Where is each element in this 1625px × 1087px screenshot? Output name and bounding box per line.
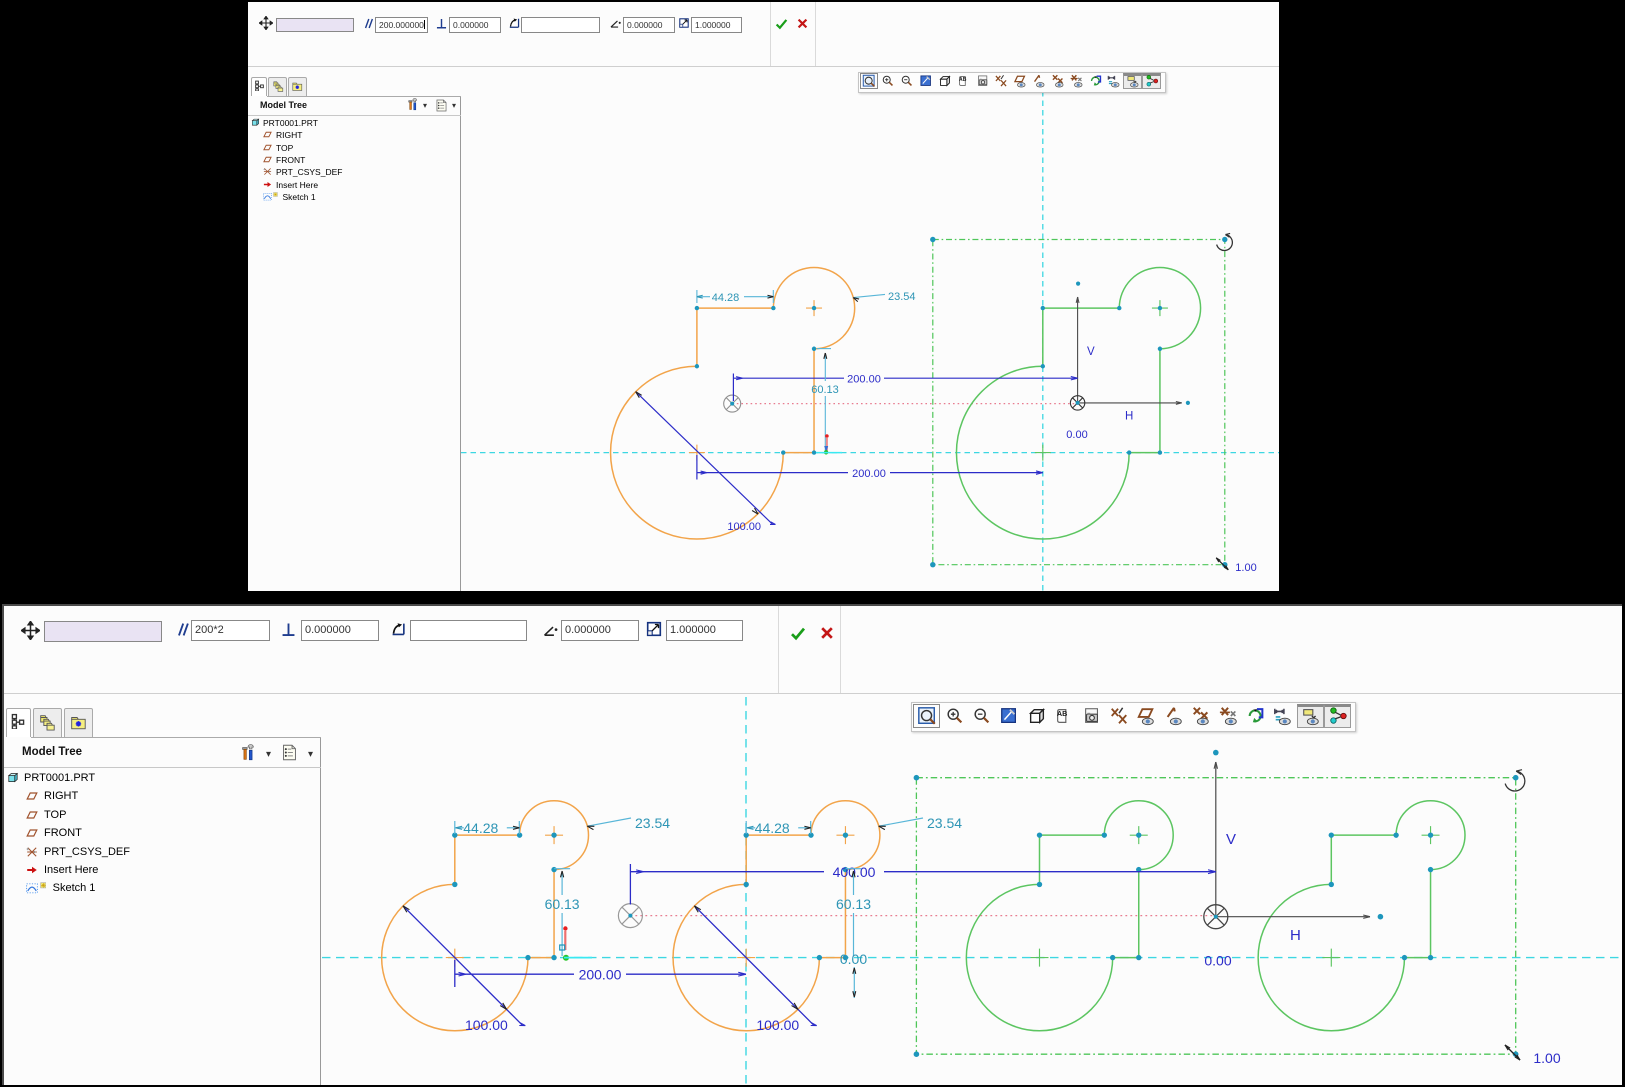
svg-text:AB: AB	[1057, 709, 1068, 718]
svg-text:60.13: 60.13	[545, 896, 580, 912]
svg-text:23.54: 23.54	[927, 815, 962, 831]
svg-text:AB: AB	[959, 77, 967, 83]
svg-text:200.00: 200.00	[852, 468, 886, 480]
svg-text:0.00: 0.00	[1204, 953, 1231, 969]
svg-text:200.00: 200.00	[847, 374, 881, 386]
svg-text:0.00: 0.00	[1066, 429, 1087, 441]
svg-text:23.54: 23.54	[888, 291, 916, 303]
svg-text:100.00: 100.00	[756, 1017, 799, 1033]
svg-text:100.00: 100.00	[727, 521, 761, 533]
svg-text:H: H	[1125, 411, 1133, 423]
svg-text:60.13: 60.13	[811, 384, 839, 396]
svg-text:44.28: 44.28	[463, 820, 498, 836]
svg-text:1.00: 1.00	[1533, 1050, 1560, 1066]
svg-text:60.13: 60.13	[836, 896, 871, 912]
svg-text:V: V	[1226, 831, 1236, 848]
svg-text:V: V	[1087, 346, 1095, 358]
svg-text:1.00: 1.00	[1235, 562, 1256, 574]
svg-text:H: H	[1290, 927, 1301, 944]
svg-text:44.28: 44.28	[755, 820, 790, 836]
svg-text:23.54: 23.54	[635, 815, 670, 831]
svg-text:0.00: 0.00	[840, 951, 867, 967]
svg-text:44.28: 44.28	[712, 292, 740, 304]
svg-text:100.00: 100.00	[465, 1017, 508, 1033]
svg-text:200.00: 200.00	[579, 966, 622, 982]
